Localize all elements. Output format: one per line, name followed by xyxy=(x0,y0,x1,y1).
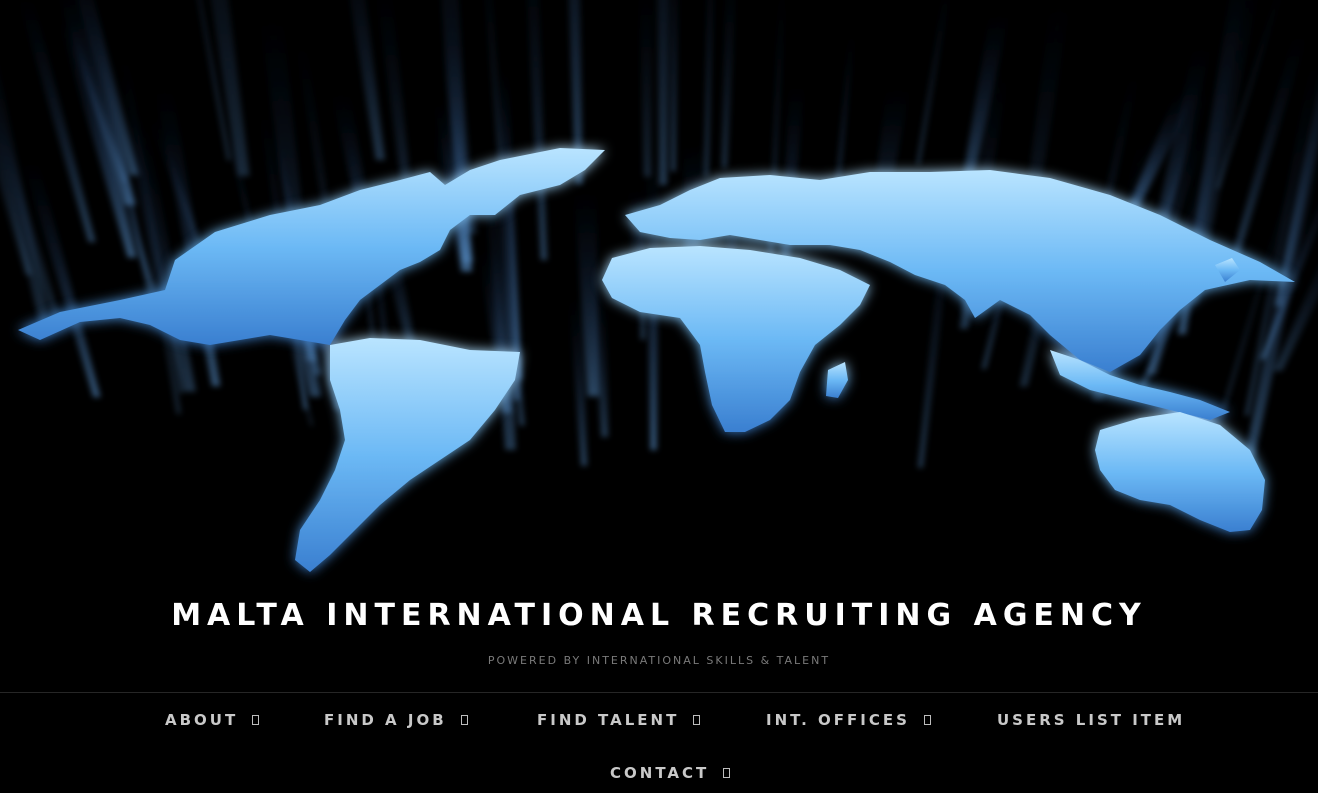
main-navigation: ABOUT FIND A JOB FIND TALENT INT. OFFICE… xyxy=(0,694,1318,793)
nav-item-about[interactable]: ABOUT xyxy=(165,711,260,729)
dropdown-indicator-icon xyxy=(723,768,731,778)
nav-item-find-talent[interactable]: FIND TALENT xyxy=(537,711,701,729)
dropdown-indicator-icon xyxy=(693,715,701,725)
dropdown-indicator-icon xyxy=(460,715,468,725)
world-map-illustration xyxy=(0,0,1318,600)
nav-item-label: INT. OFFICES xyxy=(766,711,910,729)
dropdown-indicator-icon xyxy=(923,715,931,725)
dropdown-indicator-icon xyxy=(252,715,260,725)
nav-item-find-a-job[interactable]: FIND A JOB xyxy=(324,711,468,729)
nav-item-contact[interactable]: CONTACT xyxy=(610,764,731,782)
site-title[interactable]: MALTA INTERNATIONAL RECRUITING AGENCY xyxy=(0,598,1318,633)
nav-item-label: ABOUT xyxy=(165,711,239,729)
nav-item-label: USERS LIST ITEM xyxy=(997,711,1186,729)
nav-item-label: FIND TALENT xyxy=(537,711,680,729)
nav-item-users-list-item[interactable]: USERS LIST ITEM xyxy=(997,711,1185,729)
site-tagline: POWERED BY INTERNATIONAL SKILLS & TALENT xyxy=(487,654,831,667)
nav-item-label: FIND A JOB xyxy=(324,711,447,729)
hero-world-map xyxy=(0,0,1318,600)
nav-item-int-offices[interactable]: INT. OFFICES xyxy=(766,711,931,729)
nav-divider xyxy=(0,692,1318,693)
nav-item-label: CONTACT xyxy=(610,764,710,782)
